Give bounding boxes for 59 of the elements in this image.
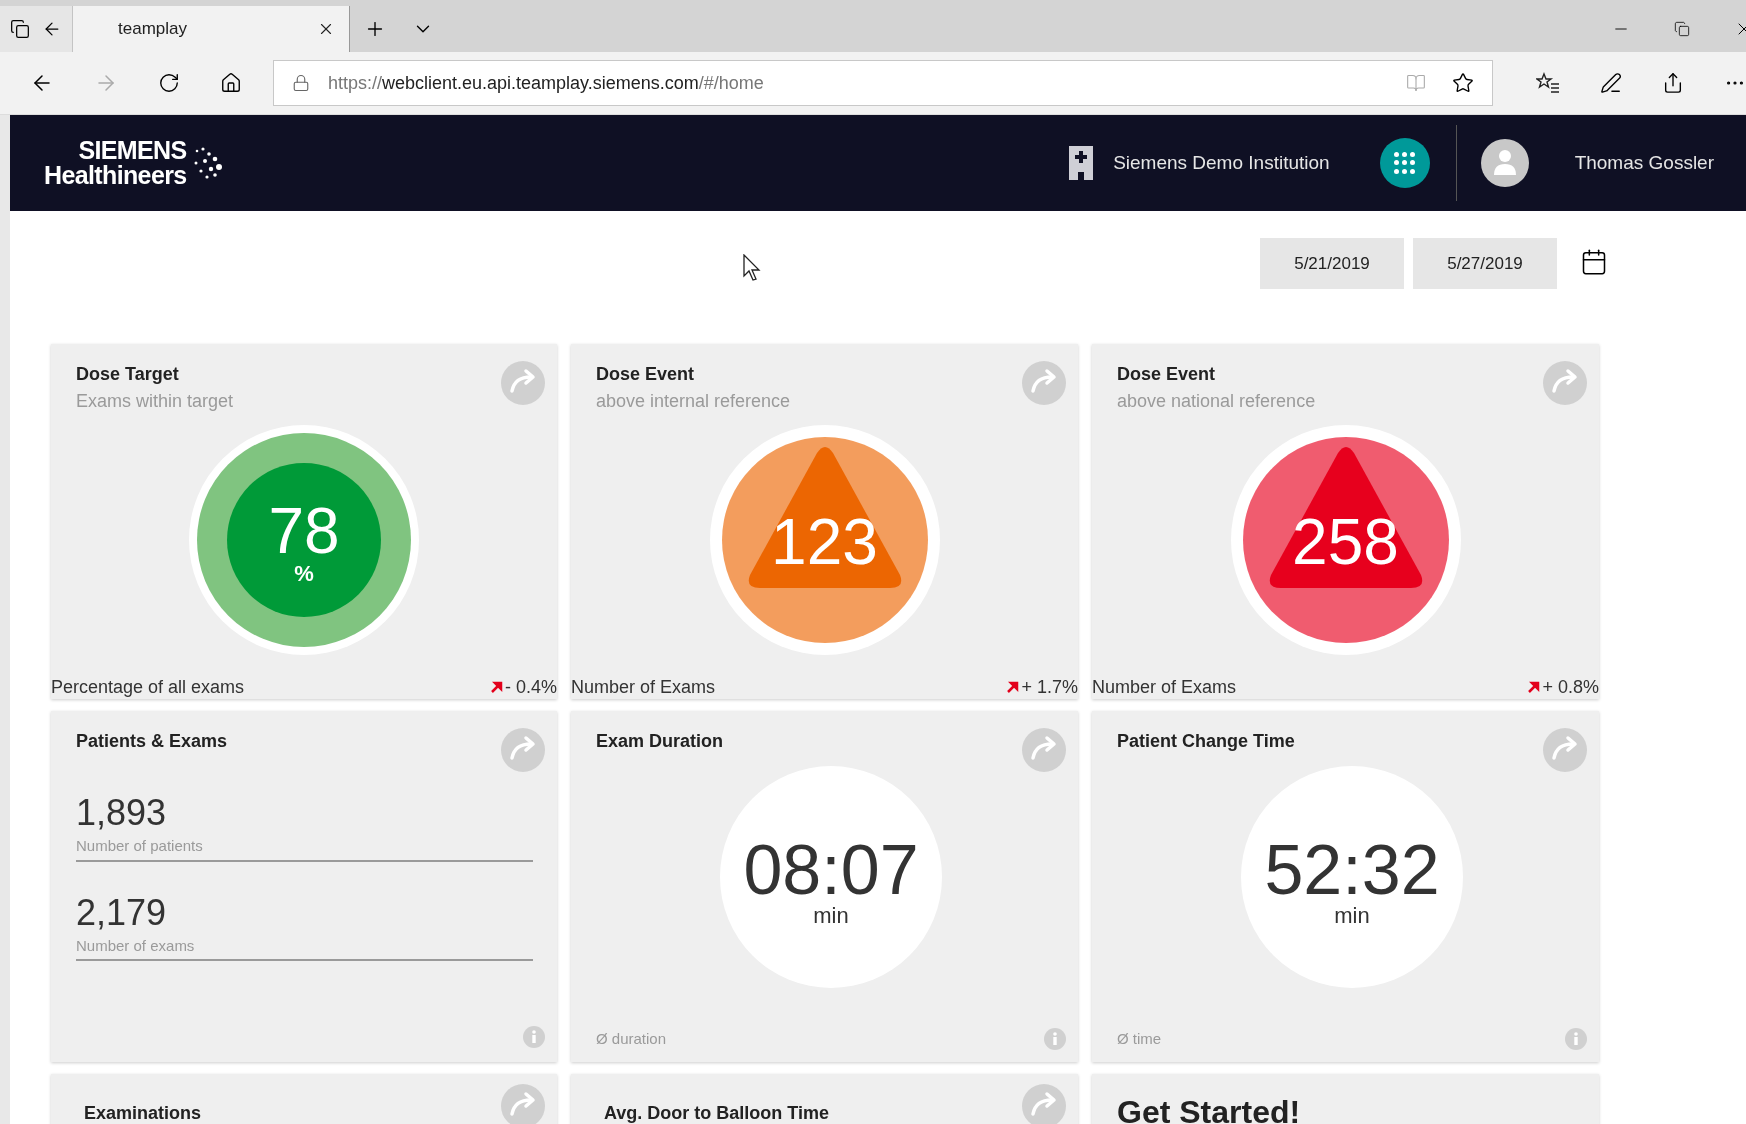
card-title: Dose Event	[1117, 363, 1217, 386]
card-footer-text: Number of Exams	[1092, 678, 1237, 696]
logo-subtitle: Healthineers	[44, 163, 187, 188]
trend-up-icon	[1007, 681, 1020, 693]
card-title: Avg. Door to Balloon Time	[604, 1102, 829, 1124]
card-footer-text: Percentage of all exams	[51, 678, 245, 696]
card-footer-text: Number of Exams	[571, 678, 716, 696]
time-value: 08:07	[743, 835, 919, 905]
time-unit: min	[1334, 905, 1370, 927]
get-started-heading: Get Started!	[1117, 1093, 1302, 1124]
card-subtitle: above internal reference	[596, 390, 791, 413]
card-title: Examinations	[84, 1102, 202, 1124]
gauge-unit: %	[294, 562, 314, 585]
favorites-list-icon[interactable]	[1536, 72, 1560, 94]
cursor-icon	[743, 254, 761, 282]
trend-value: - 0.4%	[504, 678, 557, 696]
stat-label: Number of exams	[76, 935, 196, 956]
card-subtitle: above national reference	[1117, 390, 1316, 413]
stat-label: Number of patients	[76, 836, 204, 856]
address-bar[interactable]: https://webclient.eu.api.teamplay.siemens.com/#/home	[272, 60, 1493, 106]
gauge-value: 123	[771, 509, 878, 574]
calendar-icon[interactable]	[1580, 247, 1608, 276]
institution-name[interactable]: Siemens Demo Institution	[1113, 148, 1330, 178]
star-icon[interactable]	[1452, 72, 1474, 94]
card-footer-text: Ø duration	[596, 1028, 667, 1049]
date-field[interactable]: 5/27/2019	[1413, 238, 1557, 289]
time-unit: min	[813, 905, 849, 927]
refresh-icon[interactable]	[158, 72, 180, 94]
date-field[interactable]: 5/21/2019	[1260, 238, 1404, 289]
pen-icon[interactable]	[1600, 72, 1622, 94]
trend-up-icon	[490, 681, 503, 693]
tab-stack-icon[interactable]	[10, 19, 30, 39]
card-title: Patient Change Time	[1117, 730, 1295, 753]
card-subtitle: Exams within target	[76, 390, 234, 413]
trend-up-icon	[1528, 681, 1541, 693]
card-title: Patients & Exams	[76, 730, 228, 753]
user-name[interactable]: Thomas Gossler	[1574, 148, 1714, 178]
card-title: Dose Event	[596, 363, 696, 386]
gauge-value: 78	[268, 498, 340, 563]
avatar-icon[interactable]	[1480, 139, 1529, 187]
card-title: Dose Target	[76, 363, 180, 386]
trend-value: + 0.8%	[1542, 678, 1599, 696]
browser-tab[interactable]: teamplay	[73, 6, 349, 52]
card-title: Exam Duration	[596, 730, 724, 753]
card-footer-text: Ø time	[1117, 1028, 1162, 1049]
logo-wordmark: SIEMENS	[78, 138, 187, 163]
home-icon[interactable]	[220, 72, 242, 94]
hospital-icon	[1069, 146, 1094, 180]
lock-icon	[291, 74, 310, 92]
stat-value: 1,893	[76, 791, 168, 835]
url-text: https://webclient.eu.api.teamplay.siemens.com/#/home	[327, 71, 764, 95]
share-icon[interactable]	[1662, 72, 1684, 94]
logo-dots-icon	[192, 145, 223, 181]
time-value: 52:32	[1264, 835, 1440, 905]
gauge-value: 258	[1292, 509, 1399, 574]
stat-value: 2,179	[76, 890, 168, 935]
apps-button[interactable]	[1379, 138, 1430, 188]
restore-icon[interactable]	[1674, 21, 1690, 37]
trend-value: + 1.7%	[1021, 678, 1078, 696]
